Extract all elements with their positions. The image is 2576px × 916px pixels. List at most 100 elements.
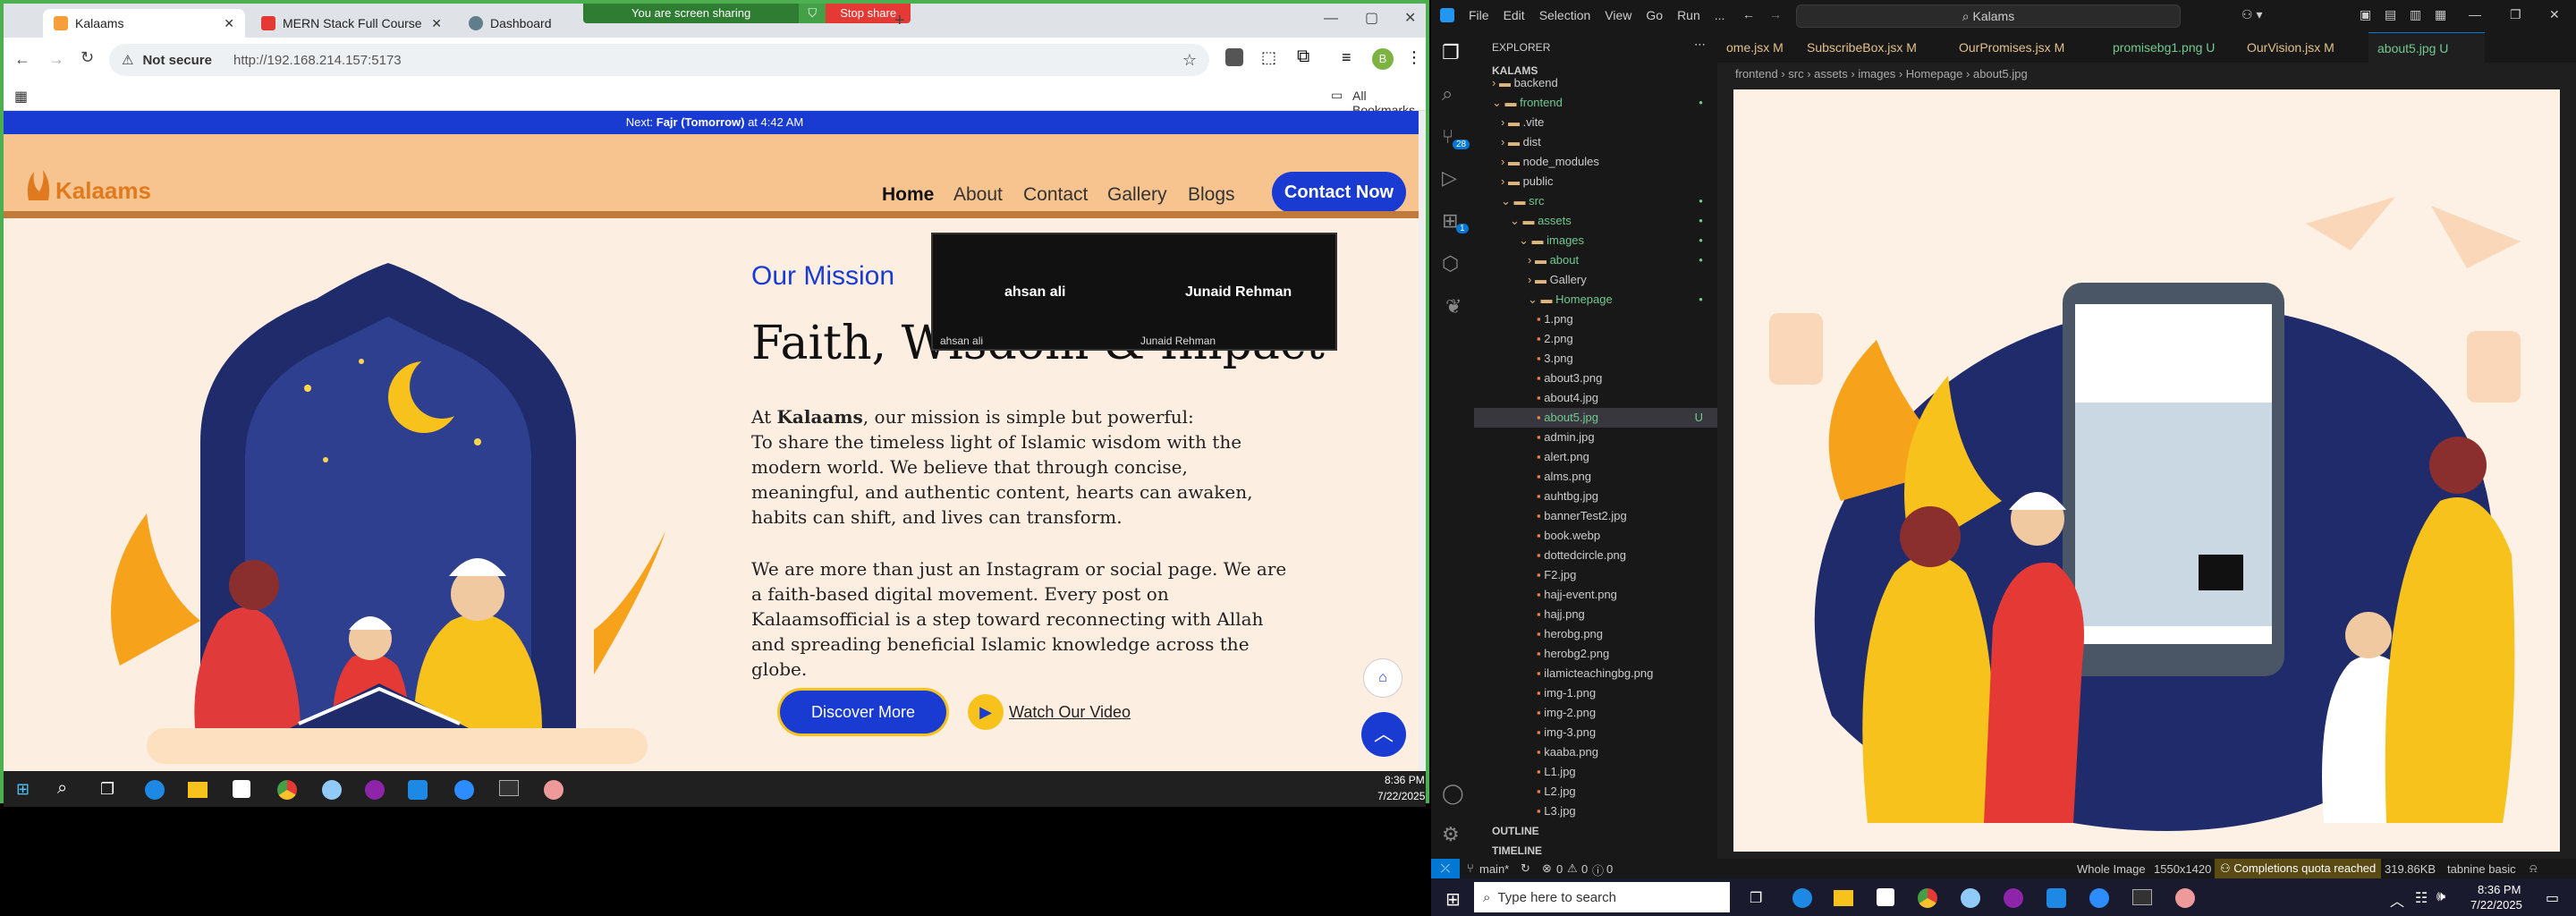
- mongo-icon[interactable]: ❦: [1445, 295, 1462, 318]
- editor-tab[interactable]: OurPromises.jsx M: [1950, 32, 2104, 63]
- remote-indicator[interactable]: ⤫: [1431, 859, 1460, 878]
- tree-file[interactable]: ▪ 3.png: [1474, 349, 1717, 369]
- nav-contact[interactable]: Contact: [1023, 184, 1088, 206]
- zoom-icon[interactable]: [454, 780, 474, 800]
- terminal-icon[interactable]: [2132, 889, 2152, 905]
- tree-folder[interactable]: › ▬ public: [1474, 172, 1717, 191]
- scroll-top-button[interactable]: ︿: [1361, 712, 1406, 757]
- app-icon[interactable]: [544, 780, 564, 800]
- forward-arrow-icon[interactable]: →: [1769, 7, 1782, 21]
- account-icon[interactable]: ◯: [1442, 782, 1464, 805]
- profile-avatar[interactable]: B: [1372, 48, 1394, 70]
- copilot-quota[interactable]: ⚇ Completions quota reached: [2215, 859, 2382, 878]
- branch-name[interactable]: main*: [1479, 862, 1509, 876]
- layout-icon[interactable]: ▦: [2435, 7, 2446, 22]
- tree-file[interactable]: ▪ about5.jpg U: [1474, 408, 1717, 428]
- nav-about[interactable]: About: [953, 184, 1003, 206]
- github-icon[interactable]: [365, 780, 385, 800]
- editor-tab[interactable]: ome.jsx M: [1717, 32, 1798, 63]
- tree-file[interactable]: ▪ L1.jpg: [1474, 762, 1717, 782]
- outline-section[interactable]: OUTLINE: [1492, 825, 1539, 837]
- breadcrumb-item[interactable]: frontend: [1735, 67, 1778, 81]
- menu-item[interactable]: Selection: [1539, 8, 1591, 22]
- file-explorer-icon[interactable]: [1834, 890, 1853, 906]
- cast-icon[interactable]: ⬚: [1261, 48, 1276, 67]
- timeline-section[interactable]: TIMELINE: [1492, 844, 1542, 857]
- page-scrollbar[interactable]: [1419, 111, 1426, 773]
- back-arrow-icon[interactable]: ←: [1742, 7, 1755, 21]
- sync-icon[interactable]: ↻: [1521, 861, 1530, 876]
- tree-file[interactable]: ▪ L2.jpg: [1474, 782, 1717, 802]
- tree-file[interactable]: ▪ herobg2.png: [1474, 644, 1717, 664]
- network-icon[interactable]: ☷: [2415, 889, 2428, 907]
- chrome-tab-dashboard[interactable]: Dashboard: [458, 9, 592, 38]
- task-view-icon[interactable]: ❐: [1750, 889, 1762, 907]
- tree-file[interactable]: ▪ hajj.png: [1474, 605, 1717, 624]
- tree-folder[interactable]: ⌄ ▬ src ●: [1474, 191, 1717, 211]
- breadcrumb-item[interactable]: about5.jpg: [1973, 67, 2028, 81]
- tree-folder[interactable]: ⌄ ▬ images ●: [1474, 231, 1717, 250]
- app-icon[interactable]: [322, 780, 342, 800]
- apps-grid-icon[interactable]: ▦: [14, 88, 28, 106]
- toggle-sidebar-icon[interactable]: ▣: [2360, 7, 2371, 22]
- nav-home[interactable]: Home: [882, 184, 934, 206]
- store-icon[interactable]: [1877, 888, 1894, 906]
- nav-blogs[interactable]: Blogs: [1188, 184, 1235, 206]
- tree-folder[interactable]: › ▬ node_modules: [1474, 152, 1717, 172]
- menu-item[interactable]: Go: [1646, 8, 1663, 22]
- close-window-icon[interactable]: ✕: [2549, 7, 2560, 22]
- notifications-icon[interactable]: ▭: [2546, 889, 2559, 907]
- close-window-icon[interactable]: ✕: [1404, 9, 1416, 27]
- edge-icon[interactable]: [1792, 888, 1812, 908]
- menu-item[interactable]: ...: [1715, 8, 1725, 22]
- search-icon[interactable]: ⌕: [1442, 82, 1453, 106]
- explorer-more-icon[interactable]: ⋯: [1694, 38, 1706, 52]
- maximize-icon[interactable]: ▢: [1365, 9, 1378, 27]
- windows-start-icon[interactable]: ⊞: [16, 780, 30, 799]
- terminal-icon[interactable]: [499, 780, 519, 796]
- restore-icon[interactable]: ❐: [2510, 7, 2521, 22]
- contact-now-button[interactable]: Contact Now: [1272, 172, 1406, 213]
- discover-more-button[interactable]: Discover More: [780, 691, 946, 734]
- file-explorer-icon[interactable]: [188, 782, 208, 798]
- tree-file[interactable]: ▪ kaaba.png: [1474, 742, 1717, 762]
- close-tab-icon[interactable]: ✕: [431, 16, 442, 31]
- extensions-puzzle-icon[interactable]: ⧉: [1297, 47, 1309, 67]
- tree-file[interactable]: ▪ dottedcircle.png: [1474, 546, 1717, 565]
- explorer-icon[interactable]: ❐: [1442, 41, 1460, 64]
- menu-item[interactable]: File: [1469, 8, 1489, 22]
- tray-chevron-icon[interactable]: ︿: [2390, 889, 2404, 911]
- tabnine-status[interactable]: tabnine basic: [2447, 862, 2516, 876]
- tree-file[interactable]: ▪ auhtbg.jpg: [1474, 487, 1717, 506]
- bookmark-star-icon[interactable]: ☆: [1182, 51, 1197, 70]
- reload-icon[interactable]: ↻: [80, 48, 94, 67]
- run-debug-icon[interactable]: ▷: [1442, 166, 1457, 190]
- watch-video-link[interactable]: Watch Our Video: [1009, 703, 1131, 722]
- minimize-icon[interactable]: —: [2469, 7, 2481, 21]
- settings-gear-icon[interactable]: ⚙: [1442, 823, 1460, 846]
- zoom-icon[interactable]: [2089, 888, 2109, 908]
- clock-date[interactable]: 7/22/2025: [2470, 898, 2522, 912]
- copilot-icon[interactable]: ⚇ ▾: [2241, 7, 2262, 22]
- toggle-secondary-icon[interactable]: ▥: [2410, 7, 2421, 22]
- play-video-icon[interactable]: ▶: [968, 694, 1004, 730]
- volume-icon[interactable]: 🕪: [2436, 889, 2445, 905]
- breadcrumb-item[interactable]: assets: [1814, 67, 1848, 81]
- nav-gallery[interactable]: Gallery: [1107, 184, 1167, 206]
- tree-folder[interactable]: › ▬ backend: [1474, 73, 1717, 93]
- breadcrumb-item[interactable]: images: [1858, 67, 1895, 81]
- breadcrumb-item[interactable]: Homepage: [1906, 67, 1963, 81]
- tree-file[interactable]: ▪ admin.jpg: [1474, 428, 1717, 447]
- menu-item[interactable]: View: [1605, 8, 1631, 22]
- tree-file[interactable]: ▪ book.webp: [1474, 526, 1717, 546]
- editor-tab[interactable]: about5.jpg U: [2368, 32, 2485, 63]
- clock-time[interactable]: 8:36 PM: [1385, 774, 1425, 786]
- back-icon[interactable]: ←: [14, 50, 30, 69]
- forward-icon[interactable]: →: [48, 50, 64, 69]
- tree-file[interactable]: ▪ about3.png: [1474, 369, 1717, 388]
- chrome-tab-kalaams[interactable]: Kalaams ✕: [43, 9, 245, 38]
- tree-file[interactable]: ▪ F2.jpg: [1474, 565, 1717, 585]
- tree-file[interactable]: ▪ img-2.png: [1474, 703, 1717, 723]
- breadcrumb-item[interactable]: src: [1788, 67, 1803, 81]
- editor-tab[interactable]: SubscribeBox.jsx M: [1798, 32, 1950, 63]
